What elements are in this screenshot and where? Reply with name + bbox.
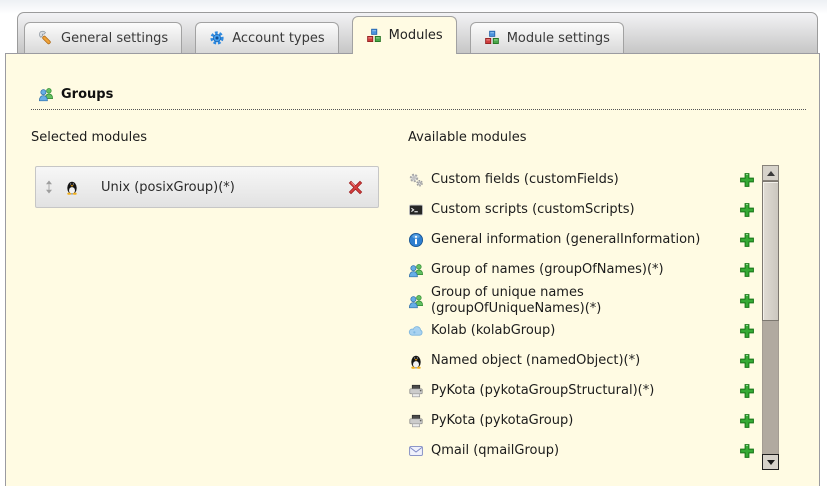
available-modules-scrollbar (762, 165, 779, 470)
tab-module-settings[interactable]: Module settings (470, 22, 624, 53)
cubes-icon (366, 28, 382, 44)
tab-label: General settings (61, 31, 168, 46)
add-module-button[interactable] (739, 232, 755, 248)
add-module-button[interactable] (739, 383, 755, 399)
available-module-row: Kolab (kolabGroup) (408, 316, 755, 346)
available-module-row: Named object (namedObject)(*) (408, 346, 755, 376)
kolab-icon (408, 323, 424, 339)
available-module-label: PyKota (pykotaGroupStructural)(*) (431, 383, 739, 399)
printer-icon (408, 413, 424, 429)
available-module-row: PyKota (pykotaGroupStructural)(*) (408, 376, 755, 406)
tab-general-settings[interactable]: General settings (24, 22, 182, 53)
tux-icon (408, 353, 424, 369)
available-module-row: Group of names (groupOfNames)(*) (408, 255, 755, 285)
scroll-up-icon[interactable] (762, 165, 779, 181)
available-module-label: General information (generalInformation) (431, 232, 739, 248)
tab-modules[interactable]: Modules (352, 16, 457, 54)
section-header-groups: Groups (31, 86, 806, 110)
available-module-label: Custom scripts (customScripts) (431, 202, 739, 218)
available-module-label: Named object (namedObject)(*) (431, 353, 739, 369)
add-module-button[interactable] (739, 353, 755, 369)
cubes-icon (484, 30, 500, 46)
available-module-row: General information (generalInformation) (408, 225, 755, 255)
available-module-label: Qmail (qmailGroup) (431, 443, 739, 459)
add-module-button[interactable] (739, 172, 755, 188)
remove-module-button[interactable] (348, 180, 363, 195)
groups-icon (408, 293, 424, 309)
groups-icon (408, 262, 424, 278)
available-modules-heading: Available modules (408, 130, 526, 145)
mail-icon (408, 443, 424, 459)
add-module-button[interactable] (739, 202, 755, 218)
tux-icon (64, 179, 80, 195)
groups-icon (38, 86, 54, 102)
tab-account-types[interactable]: Account types (195, 22, 338, 53)
section-title: Groups (61, 87, 113, 102)
selected-modules-heading: Selected modules (31, 130, 147, 145)
available-module-label: Group of unique names (groupOfUniqueName… (431, 285, 739, 316)
add-module-button[interactable] (739, 262, 755, 278)
add-module-button[interactable] (739, 323, 755, 339)
add-module-button[interactable] (739, 413, 755, 429)
printer-icon (408, 383, 424, 399)
available-module-row: Custom scripts (customScripts) (408, 195, 755, 225)
available-module-row: PyKota (pykotaGroup) (408, 406, 755, 436)
selected-module-label: Unix (posixGroup)(*) (101, 180, 235, 195)
gears-icon (408, 172, 424, 188)
available-module-label: Group of names (groupOfNames)(*) (431, 262, 739, 278)
available-modules-list: Custom fields (customFields) Custom scri… (408, 165, 755, 466)
scrollbar-thumb[interactable] (762, 181, 779, 321)
available-module-label: Custom fields (customFields) (431, 172, 739, 188)
terminal-icon (408, 202, 424, 218)
available-module-row: Qmail (qmailGroup) (408, 436, 755, 466)
selected-module-row[interactable]: Unix (posixGroup)(*) (35, 166, 379, 208)
available-module-row: Group of unique names (groupOfUniqueName… (408, 285, 755, 316)
available-module-row: Custom fields (customFields) (408, 165, 755, 195)
scrollbar-track[interactable] (762, 321, 779, 454)
gear-icon (209, 30, 225, 46)
tab-label: Account types (232, 31, 324, 46)
tab-bar: General settings Account types Modul (17, 12, 818, 53)
lam-configuration-page: General settings Account types Modul (0, 0, 827, 486)
tab-label: Module settings (507, 31, 610, 46)
info-icon (408, 232, 424, 248)
add-module-button[interactable] (739, 443, 755, 459)
drag-handle-icon[interactable] (43, 180, 55, 194)
tab-label: Modules (389, 28, 443, 43)
available-module-label: PyKota (pykotaGroup) (431, 413, 739, 429)
wrench-icon (38, 30, 54, 46)
scroll-down-icon[interactable] (762, 454, 779, 470)
add-module-button[interactable] (739, 293, 755, 309)
available-module-label: Kolab (kolabGroup) (431, 323, 739, 339)
